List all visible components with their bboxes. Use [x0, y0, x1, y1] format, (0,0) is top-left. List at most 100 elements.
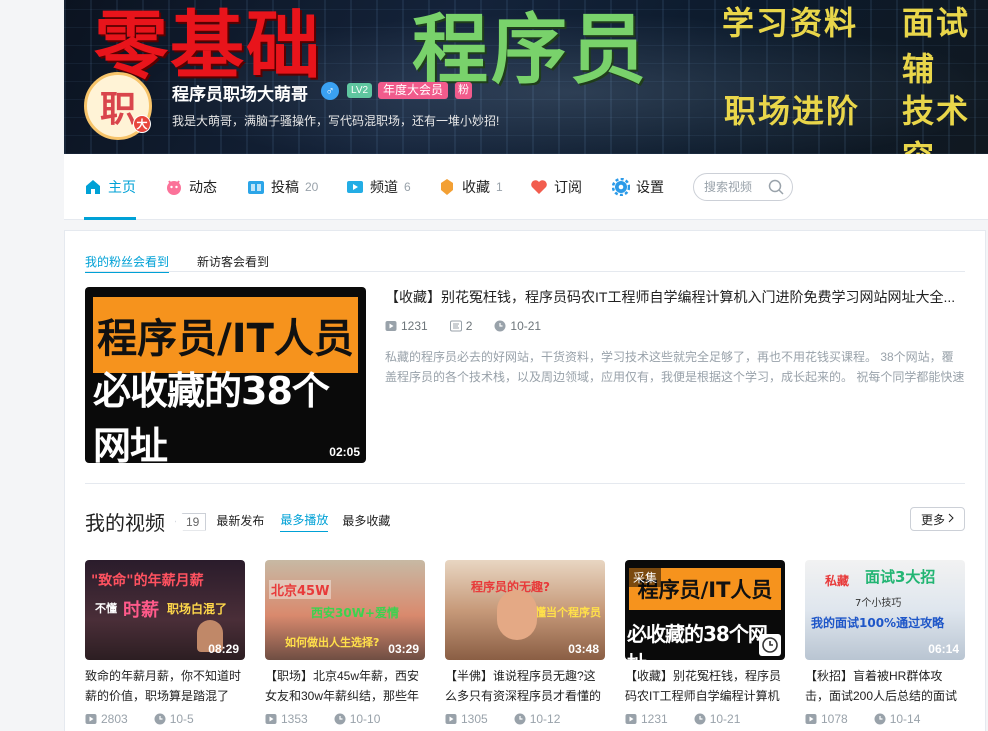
danmaku-count: 2 [449, 319, 473, 333]
video-card[interactable]: 北京45W 西安30W+爱情 如何做出人生选择? 03:29 【职场】北京45w… [265, 560, 425, 726]
video-thumbnail[interactable]: 面试3大招 私藏 7个小技巧 我的面试100%通过攻略 06:14 [805, 560, 965, 660]
tab-label: 投稿 [271, 179, 299, 195]
avatar-mini-badge: 大 [133, 115, 151, 133]
play-count: 1231 [385, 319, 428, 333]
my-videos-header: 我的视频 19 最新发布 最多播放 最多收藏 [85, 507, 390, 536]
tab-label: 频道 [370, 179, 398, 195]
profile-nav: 主页 动态 投稿 20 频道 6 收藏 1 订阅 设置 搜索视频 [64, 154, 988, 220]
play-icon [385, 320, 397, 332]
play-count: 1231 [625, 712, 668, 726]
watch-later-icon[interactable] [759, 634, 781, 656]
video-title[interactable]: 【收藏】别花冤枉钱，程序员码农IT工程师自学编程计算机 [625, 666, 785, 706]
video-duration: 03:29 [388, 642, 419, 656]
audience-tabs: 我的粉丝会看到 新访客会看到 [85, 253, 297, 273]
sort-latest[interactable]: 最新发布 [216, 512, 264, 532]
tab-settings[interactable]: 设置 [612, 154, 664, 220]
tab-uploads[interactable]: 投稿 20 [247, 154, 318, 220]
video-stats: 2803 10-5 [85, 712, 245, 726]
play-count: 1305 [445, 712, 488, 726]
sort-most-played[interactable]: 最多播放 [280, 511, 329, 532]
favorites-icon [438, 178, 456, 196]
banner-tag: 面试辅 [902, 4, 971, 88]
tab-channels[interactable]: 频道 6 [346, 154, 411, 220]
clock-icon [494, 320, 506, 332]
publish-date-value: 10-5 [169, 712, 194, 726]
clock-icon [334, 713, 346, 725]
thumb-text: 面试3大招 [865, 568, 936, 586]
publish-date: 10-5 [154, 712, 194, 726]
clock-icon [694, 713, 706, 725]
tab-dynamic[interactable]: 动态 [165, 154, 217, 220]
collection-label: 采集 [629, 568, 662, 587]
featured-video-description: 私藏的程序员必去的好网站，干货资料，学习技术这些就完全足够了，再也不用花钱买课程… [385, 350, 965, 384]
home-icon [84, 178, 102, 196]
thumb-text: 我的面试100%通过攻略 [811, 616, 945, 630]
section-title: 我的视频 [85, 513, 165, 535]
video-thumbnail[interactable]: 程序员的无趣? 你不懂当个程序员 03:48 [445, 560, 605, 660]
tab-favorites[interactable]: 收藏 1 [438, 154, 503, 220]
video-stats: 1231 10-21 [625, 712, 785, 726]
sort-most-favorited[interactable]: 最多收藏 [342, 512, 390, 532]
clock-icon [514, 713, 526, 725]
more-button[interactable]: 更多 [910, 507, 965, 531]
video-card[interactable]: 程序员/IT人员 必收藏的38个网址 采集 【收藏】别花冤枉钱，程序员码农IT工… [625, 560, 785, 726]
clock-icon [154, 713, 166, 725]
banner-tag: 技术突 [902, 92, 971, 154]
thumb-text: 不懂 [95, 602, 117, 615]
play-icon [265, 713, 277, 725]
tab-label: 设置 [636, 179, 664, 195]
video-thumbnail[interactable]: 北京45W 西安30W+爱情 如何做出人生选择? 03:29 [265, 560, 425, 660]
video-card[interactable]: "致命"的年薪月薪 不懂 时薪 职场白混了 08:29 致命的年薪月薪，你不知道… [85, 560, 245, 726]
play-icon [625, 713, 637, 725]
danmaku-count-value: 2 [465, 319, 473, 333]
video-search-input[interactable] [704, 180, 764, 194]
danmaku-icon [449, 320, 462, 332]
chevron-right-icon [948, 512, 954, 526]
video-duration: 02:05 [329, 445, 360, 459]
search-icon[interactable] [768, 179, 784, 200]
video-card[interactable]: 程序员的无趣? 你不懂当个程序员 03:48 【半佛】谁说程序员无趣?这么多只有… [445, 560, 605, 726]
heart-icon [530, 178, 548, 196]
channel-icon [346, 178, 364, 196]
more-label: 更多 [920, 512, 945, 527]
video-title[interactable]: 【半佛】谁说程序员无趣?这么多只有资深程序员才看懂的 [445, 666, 605, 706]
play-icon [805, 713, 817, 725]
featured-video-title[interactable]: 【收藏】别花冤枉钱，程序员码农IT工程师自学编程计算机入门进阶免费学习网站网址大… [385, 287, 965, 307]
publish-date-value: 10-14 [889, 712, 921, 726]
play-count-value: 1305 [461, 712, 488, 726]
divider [85, 483, 965, 484]
avatar[interactable]: 职 大 [84, 72, 152, 140]
featured-video-thumbnail[interactable]: 程序员/IT人员 必收藏的38个网址 02:05 [85, 287, 366, 463]
tab-home[interactable]: 主页 [84, 154, 136, 220]
thumb-text: 西安30W+爱情 [311, 606, 399, 620]
video-stats: 1078 10-14 [805, 712, 965, 726]
tab-fans-view[interactable]: 我的粉丝会看到 [85, 253, 170, 273]
fan-badge[interactable]: 粉 [455, 82, 472, 99]
vip-badge[interactable]: 年度大会员 [378, 82, 449, 99]
uploads-icon [247, 178, 265, 196]
username[interactable]: 程序员职场大萌哥 [172, 80, 308, 105]
video-count-badge: 19 [175, 512, 207, 531]
video-card[interactable]: 面试3大招 私藏 7个小技巧 我的面试100%通过攻略 06:14 【秋招】盲着… [805, 560, 965, 726]
video-title[interactable]: 【职场】北京45w年薪，西安女友和30w年薪纠结，那些年 [265, 666, 425, 706]
video-thumbnail[interactable]: 程序员/IT人员 必收藏的38个网址 采集 [625, 560, 785, 660]
avatar-char: 职 [99, 89, 136, 130]
video-thumbnail[interactable]: "致命"的年薪月薪 不懂 时薪 职场白混了 08:29 [85, 560, 245, 660]
tab-subscriptions[interactable]: 订阅 [530, 154, 582, 220]
video-duration: 06:14 [928, 642, 959, 656]
tab-label: 主页 [108, 179, 136, 195]
play-count: 1353 [265, 712, 308, 726]
publish-date-value: 10-12 [529, 712, 561, 726]
publish-date: 10-10 [334, 712, 380, 726]
video-title[interactable]: 致命的年薪月薪，你不知道时薪的价值，职场算是踏混了 [85, 666, 245, 706]
tab-count: 1 [496, 180, 503, 194]
video-search-box [693, 173, 793, 201]
publish-date: 10-12 [514, 712, 561, 726]
tab-visitor-view[interactable]: 新访客会看到 [197, 253, 269, 273]
video-title[interactable]: 【秋招】盲着被HR群体攻击，面试200人后总结的面试 [805, 666, 965, 706]
profile-banner: 零基础 程序员 学习资料 面试辅 职场进阶 技术突 [64, 0, 988, 154]
thumb-text: 私藏 [825, 574, 850, 588]
level-badge: LV2 [347, 83, 373, 98]
video-stats: 1305 10-12 [445, 712, 605, 726]
thumb-text: 北京45W [269, 580, 332, 599]
